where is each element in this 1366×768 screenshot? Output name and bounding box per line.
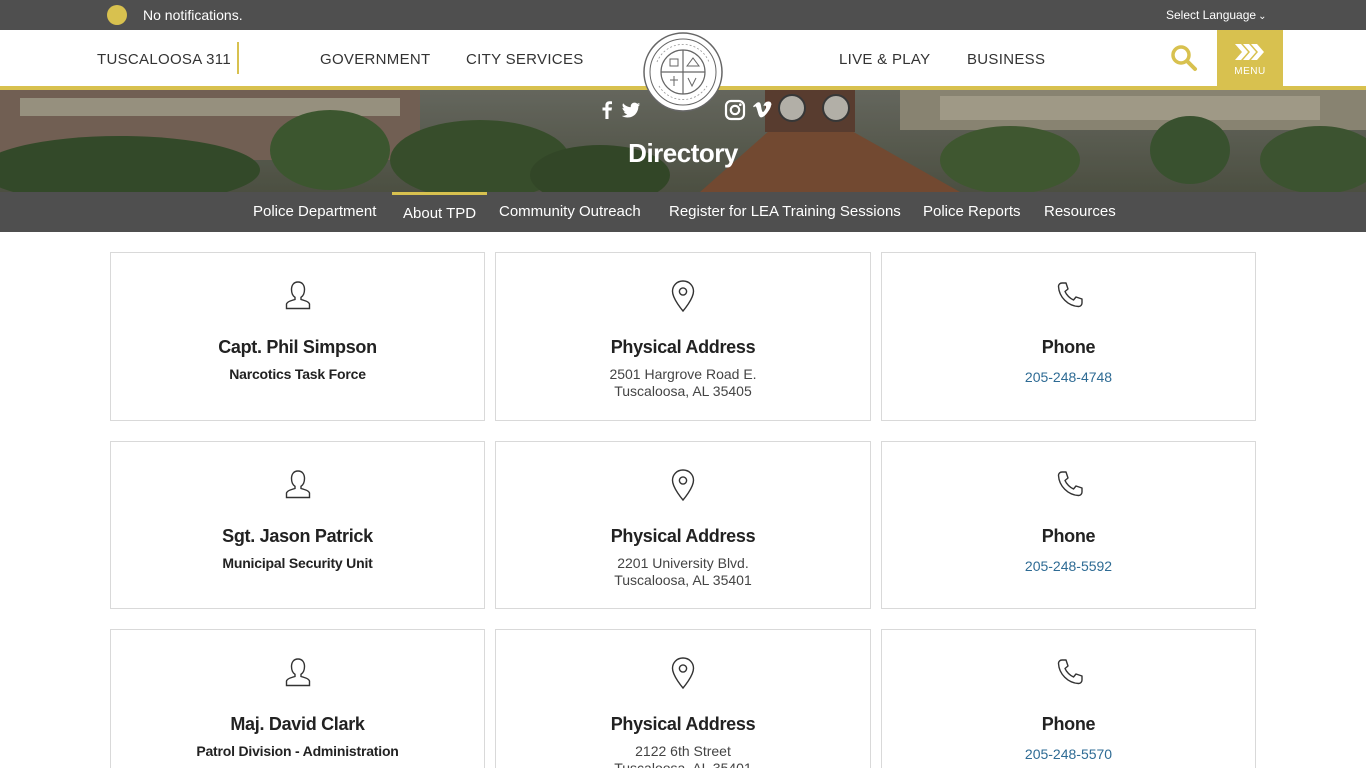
address-line-1: 2501 Hargrove Road E. [609,366,757,382]
address-line-1: 2122 6th Street [635,743,731,759]
phone-card: Phone 205-248-5592 [881,441,1256,609]
address-card: Physical Address 2501 Hargrove Road E. Tu… [495,252,871,421]
contact-card: Capt. Phil Simpson Narcotics Task Force [110,252,485,421]
nav-business[interactable]: BUSINESS [967,51,1045,68]
phone-link[interactable]: 205-248-5592 [882,558,1255,574]
subnav-register-lea-training[interactable]: Register for LEA Training Sessions [669,192,901,232]
contact-unit: Narcotics Task Force [229,366,366,382]
address-title: Physical Address [610,337,756,357]
nav-live-and-play[interactable]: LIVE & PLAY [839,51,930,68]
contact-unit: Municipal Security Unit [222,555,373,571]
contact-card: Maj. David Clark Patrol Division - Admin… [110,629,485,768]
menu-label: MENU [1234,66,1266,77]
phone-icon [1057,471,1083,497]
address-text: 2501 Hargrove Road E. Tuscaloosa, AL 3540… [496,366,870,400]
subnav-police-reports[interactable]: Police Reports [923,192,1021,232]
address-line-2: Tuscaloosa, AL 35405 [614,383,752,399]
nav-divider [237,42,239,74]
phone-icon [1057,659,1083,685]
phone-icon [1057,282,1083,308]
section-subnav: Police Department About TPD Community Ou… [0,192,1366,232]
city-seal-logo[interactable] [643,32,723,112]
contact-name: Capt. Phil Simpson [218,337,377,357]
phone-title: Phone [1041,337,1096,357]
contact-unit: Patrol Division - Administration [196,743,399,759]
menu-chevrons-icon [1235,44,1264,60]
page-title: Directory [628,138,738,168]
address-card: Physical Address 2122 6th Street Tuscaloo… [495,629,871,768]
address-title: Physical Address [610,714,756,734]
phone-title: Phone [1041,714,1096,734]
address-text: 2201 University Blvd. Tuscaloosa, AL 3540… [496,555,870,589]
nav-tuscaloosa-311[interactable]: TUSCALOOSA 311 [97,51,231,68]
notification-indicator-icon [107,5,127,25]
search-icon[interactable] [1168,42,1200,74]
chevron-down-icon: ⌄ [1258,11,1267,22]
subnav-community-outreach[interactable]: Community Outreach [499,192,641,232]
nav-city-services[interactable]: CITY SERVICES [466,51,584,68]
instagram-icon[interactable] [724,99,746,121]
phone-link[interactable]: 205-248-5570 [882,746,1255,762]
contact-name: Maj. David Clark [230,714,365,734]
facebook-icon[interactable] [596,99,618,121]
subnav-about-tpd[interactable]: About TPD [392,192,488,232]
language-select[interactable]: Select Language ⌄ [1166,8,1266,22]
person-icon [285,658,310,687]
person-icon [285,281,310,310]
contact-card: Sgt. Jason Patrick Municipal Security Un… [110,441,485,609]
notification-bar: No notifications. Select Language ⌄ [0,0,1366,30]
menu-button[interactable]: MENU [1217,30,1283,87]
phone-link[interactable]: 205-248-4748 [882,369,1255,385]
phone-title: Phone [1041,526,1096,546]
subnav-resources[interactable]: Resources [1044,192,1116,232]
phone-card: Phone 205-248-4748 [881,252,1256,421]
phone-card: Phone 205-248-5570 [881,629,1256,768]
contact-name: Sgt. Jason Patrick [222,526,373,546]
notification-text: No notifications. [143,7,243,23]
person-icon [285,470,310,499]
address-title: Physical Address [610,526,756,546]
map-pin-icon [671,469,695,502]
twitter-icon[interactable] [620,99,642,121]
language-select-label: Select Language [1166,8,1257,22]
address-line-2: Tuscaloosa, AL 35401 [614,572,752,588]
address-line-1: 2201 University Blvd. [617,555,749,571]
address-line-2: Tuscaloosa, AL 35401 [614,760,752,768]
nav-government[interactable]: GOVERNMENT [320,51,431,68]
subnav-police-department[interactable]: Police Department [253,192,376,232]
map-pin-icon [671,280,695,313]
vimeo-icon[interactable] [751,99,773,121]
address-text: 2122 6th Street Tuscaloosa, AL 35401 [496,743,870,768]
map-pin-icon [671,657,695,690]
address-card: Physical Address 2201 University Blvd. Tu… [495,441,871,609]
